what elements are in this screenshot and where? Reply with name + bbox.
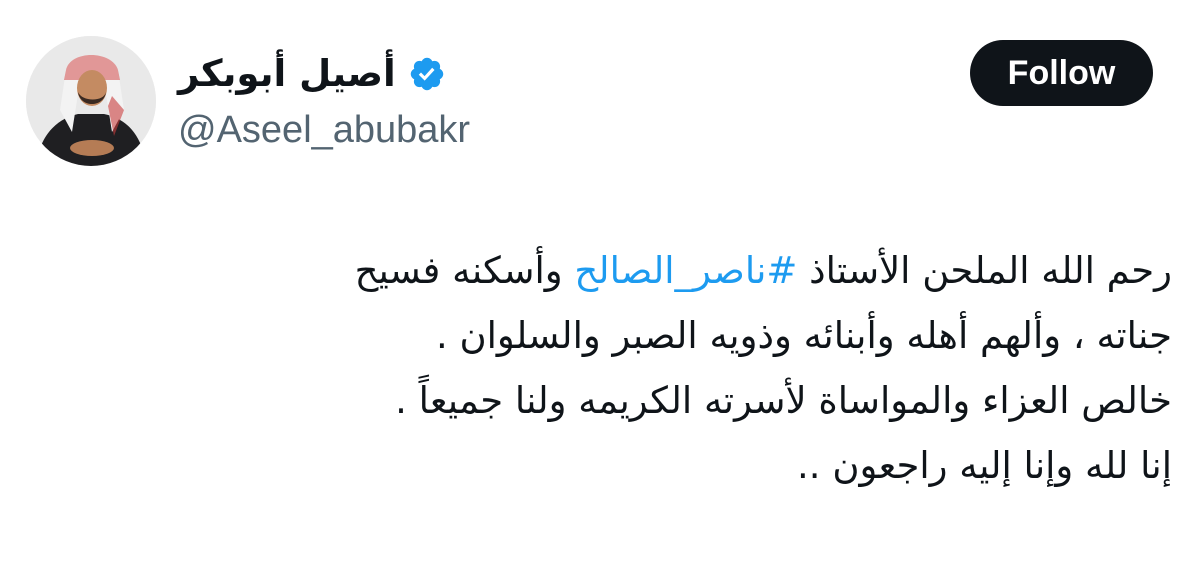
tweet-line-4: إنا لله وإنا إليه راجعون .. <box>797 444 1172 487</box>
follow-button[interactable]: Follow <box>970 40 1153 106</box>
tweet-line-2: جناته ، وألهم أهله وأبنائه وذويه الصبر و… <box>435 314 1172 357</box>
author-name-row: أصيل أبوبكر <box>178 46 446 102</box>
avatar[interactable] <box>26 36 156 166</box>
hashtag-link[interactable]: #ناصر_الصالح <box>574 249 797 292</box>
verified-badge-icon <box>408 55 446 93</box>
tweet-line-1-end: وأسكنه فسيح <box>354 249 575 292</box>
tweet-line-3: خالص العزاء والمواساة لأسرته الكريمه ولن… <box>395 379 1172 422</box>
tweet-text: رحم الله الملحن الأستاذ #ناصر_الصالح وأس… <box>72 238 1172 498</box>
author-display-name[interactable]: أصيل أبوبكر <box>178 46 396 102</box>
tweet-card: أصيل أبوبكر @Aseel_abubakr Follow رحم ال… <box>0 0 1200 571</box>
tweet-line-1-start: رحم الله الملحن الأستاذ <box>797 249 1172 292</box>
avatar-photo <box>26 36 156 166</box>
tweet-line-1: رحم الله الملحن الأستاذ #ناصر_الصالح وأس… <box>72 238 1172 303</box>
author-handle[interactable]: @Aseel_abubakr <box>178 104 470 156</box>
